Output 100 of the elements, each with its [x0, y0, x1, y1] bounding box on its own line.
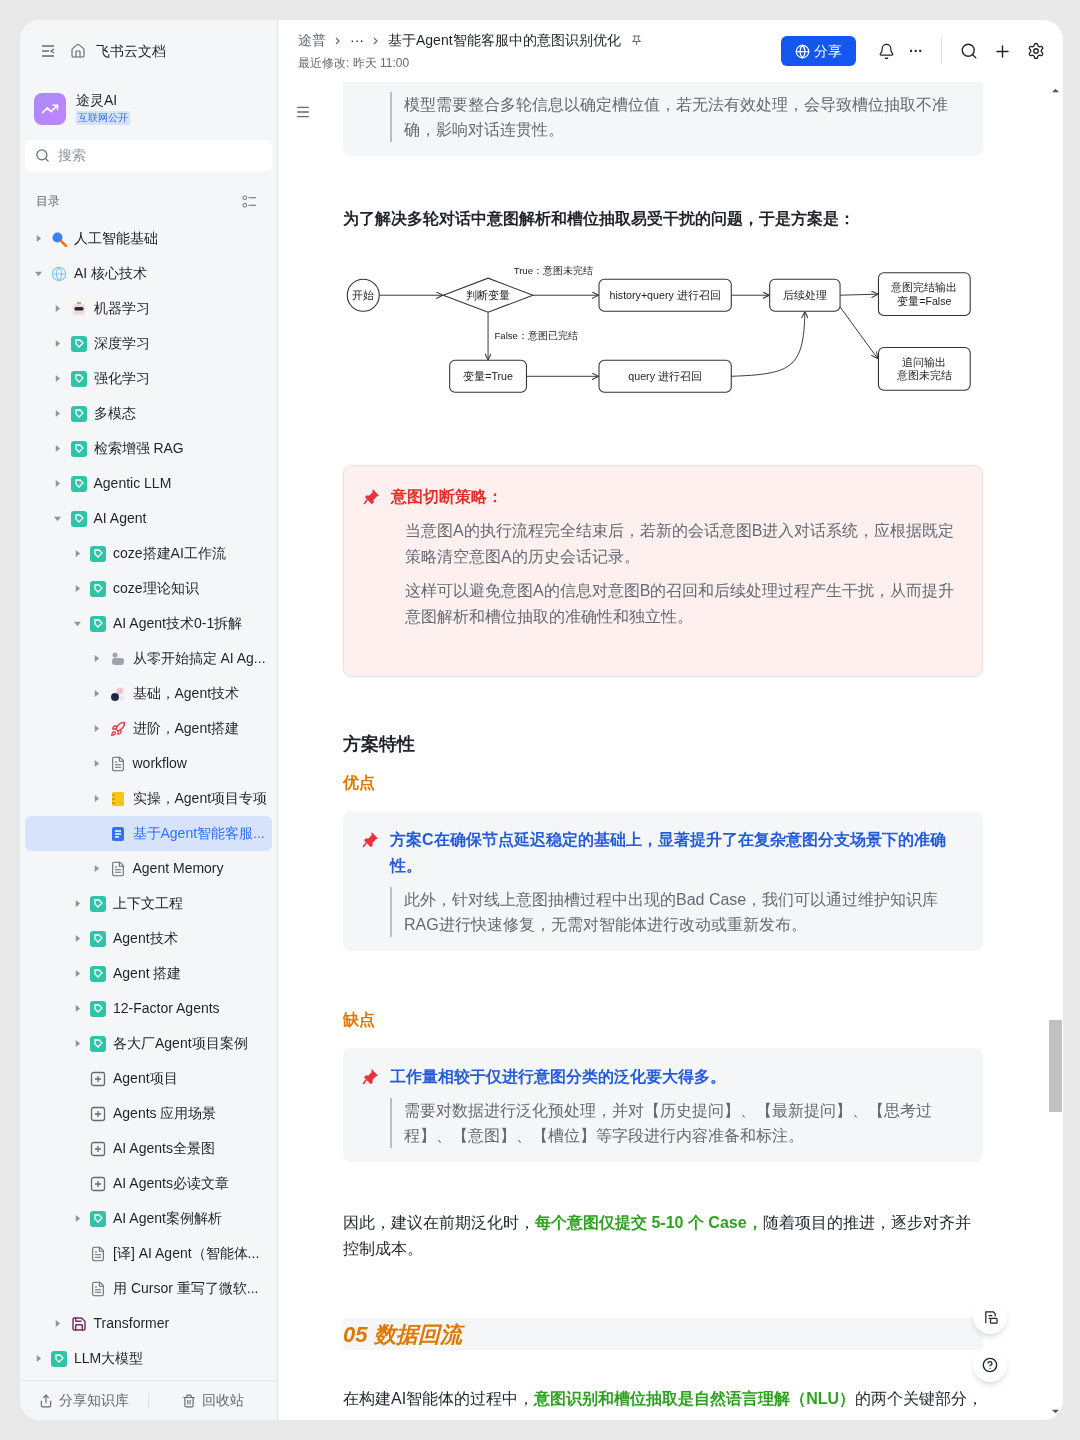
tree-item[interactable]: coze理论知识: [25, 571, 272, 606]
board-icon: [90, 1175, 106, 1192]
tree-item[interactable]: 实操，Agent项目专项: [25, 781, 272, 816]
help-button[interactable]: [973, 1348, 1007, 1382]
caret-icon[interactable]: [54, 1320, 61, 1327]
caret-icon[interactable]: [73, 935, 81, 942]
tree-item[interactable]: 进阶，Agent搭建: [25, 711, 272, 746]
caret-icon[interactable]: [73, 900, 81, 907]
tree-item[interactable]: 检索增强 RAG: [25, 431, 272, 466]
flowchart-node: query 进行召回: [598, 359, 732, 393]
tree-item[interactable]: Agents 应用场景: [25, 1096, 272, 1131]
tag-icon: [90, 615, 106, 632]
share-button[interactable]: 分享: [781, 36, 856, 66]
caret-icon[interactable]: [54, 515, 61, 522]
tag-icon: [51, 1350, 67, 1367]
tag-icon: [90, 1035, 106, 1052]
tree-item[interactable]: 用 Cursor 重写了微软...: [25, 1271, 272, 1306]
tree-item[interactable]: AI 核心技术: [25, 256, 272, 291]
tree-item[interactable]: 上下文工程: [25, 886, 272, 921]
flowchart-node: 判断变量: [441, 277, 535, 313]
tree-item[interactable]: 基础，Agent技术: [25, 676, 272, 711]
tree-item[interactable]: AI Agent案例解析: [25, 1201, 272, 1236]
tree-item[interactable]: 强化学习: [25, 361, 272, 396]
notebook-icon: [109, 790, 126, 807]
more-button[interactable]: ···: [909, 40, 923, 62]
caret-icon[interactable]: [54, 480, 61, 487]
caret-icon[interactable]: [73, 1040, 81, 1047]
caret-icon[interactable]: [34, 1355, 42, 1362]
caret-icon[interactable]: [93, 795, 100, 802]
caret-icon[interactable]: [93, 725, 100, 732]
pin-icon[interactable]: [630, 35, 642, 46]
list-icon[interactable]: [242, 193, 257, 209]
scroll-thumb[interactable]: [1049, 1020, 1062, 1112]
tree-item[interactable]: Agent项目: [25, 1061, 272, 1096]
breadcrumb-item[interactable]: 途普: [298, 30, 326, 51]
caret-icon[interactable]: [93, 690, 100, 697]
caret-icon[interactable]: [54, 375, 61, 382]
settings-icon[interactable]: [1027, 42, 1045, 60]
share-icon: [39, 1393, 53, 1408]
share-knowledge-base-button[interactable]: 分享知识库: [20, 1390, 148, 1411]
caret-icon[interactable]: [34, 270, 42, 277]
tree-item[interactable]: [译] AI Agent（智能体...: [25, 1236, 272, 1271]
tree-item[interactable]: 机器学习: [25, 291, 272, 326]
caret-icon[interactable]: [73, 550, 81, 557]
visibility-badge: 互联网公开: [76, 111, 130, 125]
tree-item[interactable]: 人工智能基础: [25, 221, 272, 256]
caret-icon[interactable]: [73, 970, 81, 977]
tree-item[interactable]: AI Agents全景图: [25, 1131, 272, 1166]
tree-item[interactable]: 从零开始搞定 AI Ag...: [25, 641, 272, 676]
quote-text: 需要对数据进行泛化预处理，并对【历史提问】、【最新提问】、【思考过程】、【意图】、【槽位】等字段进行内容准备和标注。: [390, 1098, 971, 1148]
flowchart-node: 开始: [346, 278, 380, 312]
home-icon[interactable]: [70, 43, 86, 59]
tree-item[interactable]: 各大厂Agent项目案例: [25, 1026, 272, 1061]
outline-icon[interactable]: [295, 104, 311, 120]
tree-item[interactable]: AI Agent技术0-1拆解: [25, 606, 272, 641]
trash-button[interactable]: 回收站: [149, 1390, 277, 1411]
search-icon[interactable]: [960, 42, 978, 60]
scroll-down-icon[interactable]: [1052, 1408, 1059, 1415]
document-icon: [109, 825, 126, 842]
caret-icon[interactable]: [34, 235, 42, 242]
robot-icon: [70, 300, 87, 317]
tag-icon: [90, 965, 106, 982]
collapse-sidebar-icon[interactable]: [40, 43, 56, 59]
caret-icon[interactable]: [93, 760, 100, 767]
paragraph: 因此，建议在前期泛化时，每个意图仅提交 5-10 个 Case，随着项目的推进，逐步对齐并控制成本。: [343, 1213, 972, 1259]
board-icon: [90, 1070, 106, 1087]
caret-icon[interactable]: [73, 1215, 81, 1222]
caret-icon[interactable]: [93, 865, 100, 872]
flowchart-node: 追问输出 意图未完结: [877, 346, 971, 391]
caret-icon[interactable]: [73, 585, 81, 592]
tree-item[interactable]: Agent Memory: [25, 851, 272, 886]
tree-item[interactable]: AI Agent: [25, 501, 272, 536]
tree-item[interactable]: Agent技术: [25, 921, 272, 956]
comment-button[interactable]: [973, 1300, 1007, 1334]
tree-item[interactable]: Transformer: [25, 1306, 272, 1341]
tree-item[interactable]: Agent 搭建: [25, 956, 272, 991]
breadcrumb-item[interactable]: 基于Agent智能客服中的意图识别优化: [388, 30, 621, 51]
subheading: 优点: [343, 773, 376, 793]
tree-item[interactable]: 深度学习: [25, 326, 272, 361]
tree-item[interactable]: coze搭建AI工作流: [25, 536, 272, 571]
caret-icon[interactable]: [54, 410, 61, 417]
tree-item[interactable]: 多模态: [25, 396, 272, 431]
scroll-up-icon[interactable]: [1052, 87, 1059, 94]
breadcrumb-item[interactable]: ···: [350, 30, 364, 51]
tree-item[interactable]: AI Agents必读文章: [25, 1166, 272, 1201]
document-icon: [90, 1280, 106, 1297]
caret-icon[interactable]: [93, 655, 100, 662]
quote-text: 模型需要整合多轮信息以确定槽位值，若无法有效处理，会导致槽位抽取不准确，影响对话连贯性。: [390, 92, 971, 142]
pushpin-icon: [362, 831, 379, 848]
tree-item[interactable]: workflow: [25, 746, 272, 781]
tree-item[interactable]: LLM大模型: [25, 1341, 272, 1376]
caret-icon[interactable]: [54, 445, 61, 452]
notification-icon[interactable]: [878, 42, 895, 60]
caret-icon[interactable]: [73, 620, 81, 627]
caret-icon[interactable]: [54, 305, 61, 312]
tree-item[interactable]: 12-Factor Agents: [25, 991, 272, 1026]
tree-item[interactable]: Agentic LLM: [25, 466, 272, 501]
tag-icon: [70, 475, 87, 492]
caret-icon[interactable]: [73, 1005, 81, 1012]
caret-icon[interactable]: [54, 340, 61, 347]
